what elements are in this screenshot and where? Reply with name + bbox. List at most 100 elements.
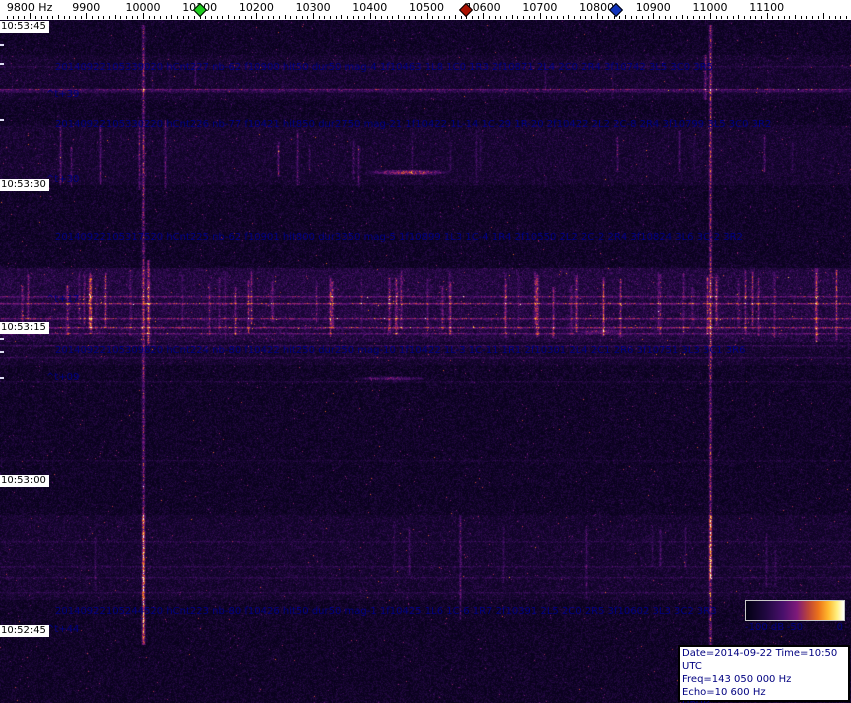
ruler-tick [205,16,206,19]
ruler-tick [24,16,25,19]
ruler-tick [69,16,70,19]
ruler-tick [109,16,110,19]
ruler-tick [353,16,354,19]
edge-tick [0,44,4,46]
ruler-tick [194,16,195,19]
ruler-tick [341,15,342,19]
ruler-tick [568,15,569,19]
ruler-tick [625,15,626,19]
ruler-tick [370,13,371,19]
ruler-tick [529,16,530,19]
ruler-tick [18,16,19,19]
ruler-tick [704,16,705,19]
ruler-tick [296,16,297,19]
ruler-tick [597,13,598,19]
ruler-tick [273,16,274,19]
ruler-tick [489,16,490,19]
station-id: HPHK [682,699,846,703]
colorbar-labels: -100 dB -50 0 [745,622,845,634]
time-offset-label: ^t+39 [46,89,80,100]
ruler-tick [687,16,688,19]
ruler-tick [58,15,59,19]
ruler-tick [665,16,666,19]
intensity-colorbar: -100 dB -50 0 [745,600,845,634]
ruler-tick [47,16,48,19]
ruler-tick [461,16,462,19]
ruler-tick [534,16,535,19]
colorbar-mid-label: -50 [786,622,804,633]
ruler-tick [506,16,507,19]
ruler-tick [387,16,388,19]
ruler-tick [13,16,14,19]
ruler-tick [727,16,728,19]
date-time-line: Date=2014-09-22 Time=10:50 UTC [682,648,838,672]
ruler-tick [290,16,291,19]
ruler-tick [177,16,178,19]
ruler-tick [52,16,53,19]
ruler-tick [523,16,524,19]
ruler-tick [64,16,65,19]
ruler-tick [81,16,82,19]
ruler-tick [716,16,717,19]
colorbar-gradient [745,600,845,621]
ruler-tick [455,15,456,19]
ruler-tick [591,16,592,19]
ruler-tick [41,16,42,19]
ruler-tick [137,16,138,19]
time-offset-label: ^t+17 [46,294,80,305]
ruler-tick [211,16,212,19]
detection-line: 20140922105309820 hCnt224 nb-80 f10422 h… [55,345,746,356]
ruler-tick [608,16,609,19]
ruler-tick [188,16,189,19]
ruler-tick [239,16,240,19]
frequency-ruler[interactable]: 9800 Hz990010000101001020010300104001050… [0,0,851,20]
ruler-tick [574,16,575,19]
edge-tick [0,63,4,65]
ruler-tick [472,16,473,19]
ruler-tick [540,13,541,19]
ruler-tick [778,16,779,19]
ruler-tick [648,16,649,19]
time-label: 10:53:00 [0,475,49,487]
ruler-tick [75,16,76,19]
ruler-tick [307,16,308,19]
ruler-tick [438,16,439,19]
ruler-tick [251,16,252,19]
ruler-tick [245,16,246,19]
ruler-tick [653,13,654,19]
detection-line: 20140922105317520 hCnt225 nb-62 f10901 h… [55,232,743,243]
ruler-tick [755,16,756,19]
ruler-tick [733,16,734,19]
annotation-overlay: 10:53:45 10:53:30 10:53:15 10:53:00 10:52:45… [0,0,851,703]
ruler-tick [421,16,422,19]
ruler-tick [132,16,133,19]
ruler-tick [676,16,677,19]
ruler-tick [336,16,337,19]
ruler-tick [517,16,518,19]
ruler-tick [557,16,558,19]
ruler-tick [829,16,830,19]
ruler-tick [835,16,836,19]
ruler-tick [806,16,807,19]
ruler-tick [427,13,428,19]
ruler-tick [546,16,547,19]
ruler-tick [364,16,365,19]
ruler-tick [7,16,8,19]
ruler-tick [86,13,87,19]
ruler-tick [631,16,632,19]
ruler-tick [784,16,785,19]
ruler-tick [585,16,586,19]
ruler-tick [324,16,325,19]
ruler-tick [846,16,847,19]
ruler-tick [398,15,399,19]
ruler-tick [30,13,31,19]
time-offset-label: ^t+44 [46,624,80,635]
ruler-tick [636,16,637,19]
edge-tick [0,377,4,379]
ruler-tick [302,16,303,19]
ruler-tick [699,16,700,19]
ruler-tick [693,16,694,19]
ruler-tick [285,15,286,19]
edge-tick [0,351,4,353]
ruler-tick [183,16,184,19]
